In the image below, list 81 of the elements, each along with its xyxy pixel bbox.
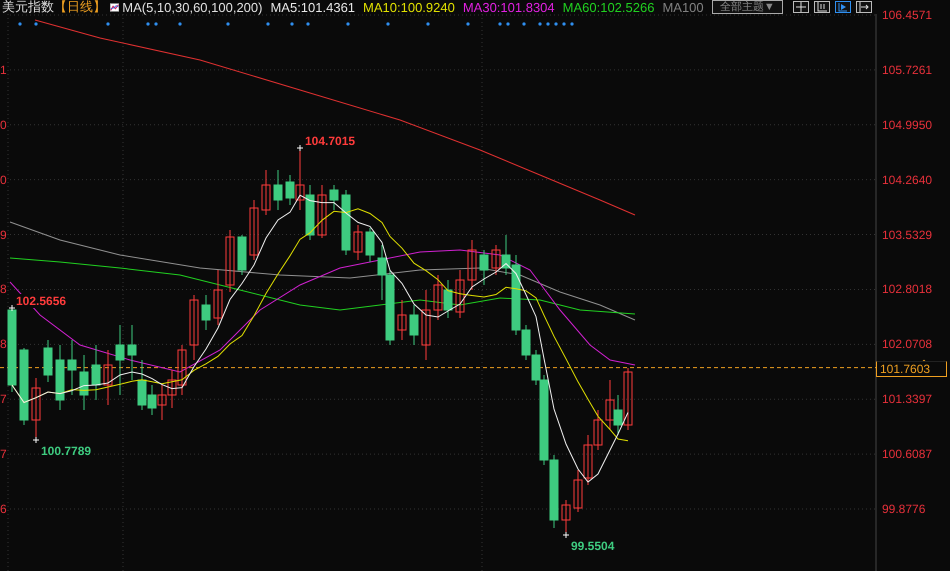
play-button[interactable] (835, 1, 851, 13)
price-label: 105.7261 (882, 62, 932, 77)
candlestick (306, 184, 314, 240)
candlestick (250, 200, 258, 260)
period-label: 【日线】 (54, 0, 106, 16)
candlestick (158, 384, 166, 420)
price-label: 102.8018 (882, 282, 932, 296)
axis-label: 6 (0, 502, 7, 516)
candlestick (354, 224, 362, 260)
candlestick (398, 300, 406, 340)
candlestick (116, 324, 124, 396)
candlestick (168, 370, 176, 408)
candlestick (606, 380, 614, 430)
candlestick (422, 290, 430, 360)
candlestick (378, 244, 386, 300)
candlestick (584, 434, 592, 486)
price-label: 101.3397 (882, 392, 932, 406)
axis-label: 7 (0, 447, 7, 462)
extreme-marker-icon (8, 304, 16, 312)
candlestick (444, 280, 452, 318)
high-price-label: 102.5656 (15, 294, 68, 308)
range-button[interactable] (814, 1, 830, 13)
theme-dropdown[interactable]: 全部主题▼ (712, 0, 783, 14)
axis-label: 8 (0, 282, 7, 296)
axis-label: 7 (0, 392, 7, 406)
candlestick (492, 244, 500, 276)
candlestick (262, 170, 270, 216)
price-label: 99.8776 (882, 502, 926, 516)
candlestick (56, 344, 64, 410)
axis-label: 1 (0, 62, 7, 77)
candlestick (238, 234, 246, 276)
candlestick (480, 250, 488, 286)
current-price-label: 101.7603 (876, 360, 947, 377)
candlestick (104, 350, 112, 406)
candlestick (44, 340, 52, 382)
index-title: 美元指数 (2, 0, 54, 16)
candlestick (178, 344, 186, 396)
candlestick (274, 170, 282, 210)
axis-label: 0 (0, 118, 7, 132)
ma-value: MA30:101.8304 (462, 0, 555, 14)
ma-value: MA5:101.4361 (270, 0, 356, 14)
extreme-marker-icon (32, 436, 40, 444)
extreme-marker-icon (296, 144, 304, 152)
candlestick (190, 294, 198, 360)
candlestick (202, 294, 210, 330)
axis-label: 8 (0, 337, 7, 352)
price-label: 104.9950 (882, 118, 932, 132)
price-label: 103.5329 (882, 228, 932, 242)
ma-params: MA(5,10,30,60,100,200) (122, 0, 262, 14)
price-label: 106.4571 (882, 8, 932, 22)
candlestick (456, 270, 464, 318)
ma-value: MA60:102.5266 (562, 0, 654, 14)
price-label: 102.0708 (882, 337, 932, 352)
crosshair-button[interactable] (793, 1, 809, 13)
chart-icon[interactable] (110, 2, 120, 12)
ma-value: MA100 (662, 0, 704, 14)
ma-value: MA10:100.9240 (363, 0, 455, 14)
candlestick (128, 324, 136, 380)
candlestick (226, 230, 234, 292)
candlestick (330, 184, 338, 210)
candlestick (68, 340, 76, 396)
low-price-label: 99.5504 (570, 539, 616, 553)
candlestick (434, 274, 442, 320)
candlestick (366, 228, 374, 262)
axis-label: 0 (0, 172, 7, 187)
high-price-label: 104.7015 (304, 134, 356, 148)
candlestick (574, 470, 582, 512)
axis-label: 9 (0, 228, 7, 242)
candlestick (468, 240, 476, 290)
candlestick (92, 344, 100, 400)
expand-button[interactable] (856, 1, 872, 13)
candlestick (410, 304, 418, 346)
candlestick (594, 410, 602, 450)
extreme-marker-icon (562, 532, 570, 538)
candlestick (318, 184, 326, 238)
price-label: 100.6087 (882, 447, 932, 462)
price-label: 104.2640 (882, 172, 932, 187)
candlestick (342, 190, 350, 256)
low-price-label: 100.7789 (40, 444, 92, 458)
candlestick (214, 270, 222, 326)
candlestick (80, 354, 88, 410)
